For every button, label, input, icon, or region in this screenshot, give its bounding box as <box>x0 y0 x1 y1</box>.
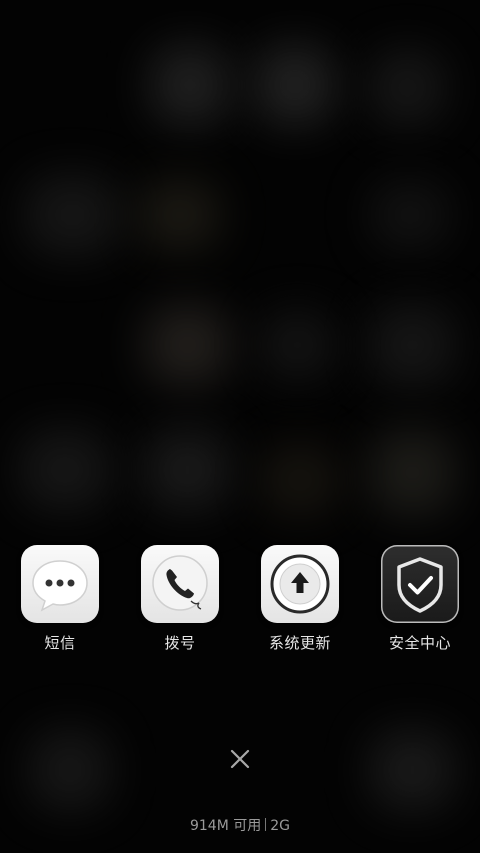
recent-app-label: 拨号 <box>164 634 196 652</box>
recent-app-system-update[interactable]: 系统更新 <box>240 545 360 653</box>
memory-separator <box>265 818 267 831</box>
upload-arrow-icon <box>261 545 339 623</box>
phone-handset-icon <box>141 545 219 623</box>
dim-overlay <box>0 0 480 853</box>
close-icon <box>230 749 250 769</box>
recent-app-label: 安全中心 <box>388 634 451 652</box>
recents-screen: 短信 拨号 系统更新 安全中心 914M 可用 2G <box>0 0 480 853</box>
recent-app-security-center[interactable]: 安全中心 <box>360 545 480 653</box>
recent-app-messages[interactable]: 短信 <box>0 545 120 653</box>
memory-available: 914M 可用 <box>189 818 262 834</box>
memory-total: 2G <box>270 818 291 834</box>
message-bubble-icon <box>21 545 99 623</box>
recent-app-dialer[interactable]: 拨号 <box>120 545 240 653</box>
memory-status: 914M 可用 2G <box>0 815 480 835</box>
recent-app-label: 系统更新 <box>268 634 331 652</box>
shield-check-icon <box>381 545 459 623</box>
recent-apps-row: 短信 拨号 系统更新 安全中心 <box>0 545 480 655</box>
clear-all-button[interactable] <box>225 744 255 774</box>
recent-app-label: 短信 <box>44 634 76 652</box>
blurred-home-background <box>0 0 480 853</box>
